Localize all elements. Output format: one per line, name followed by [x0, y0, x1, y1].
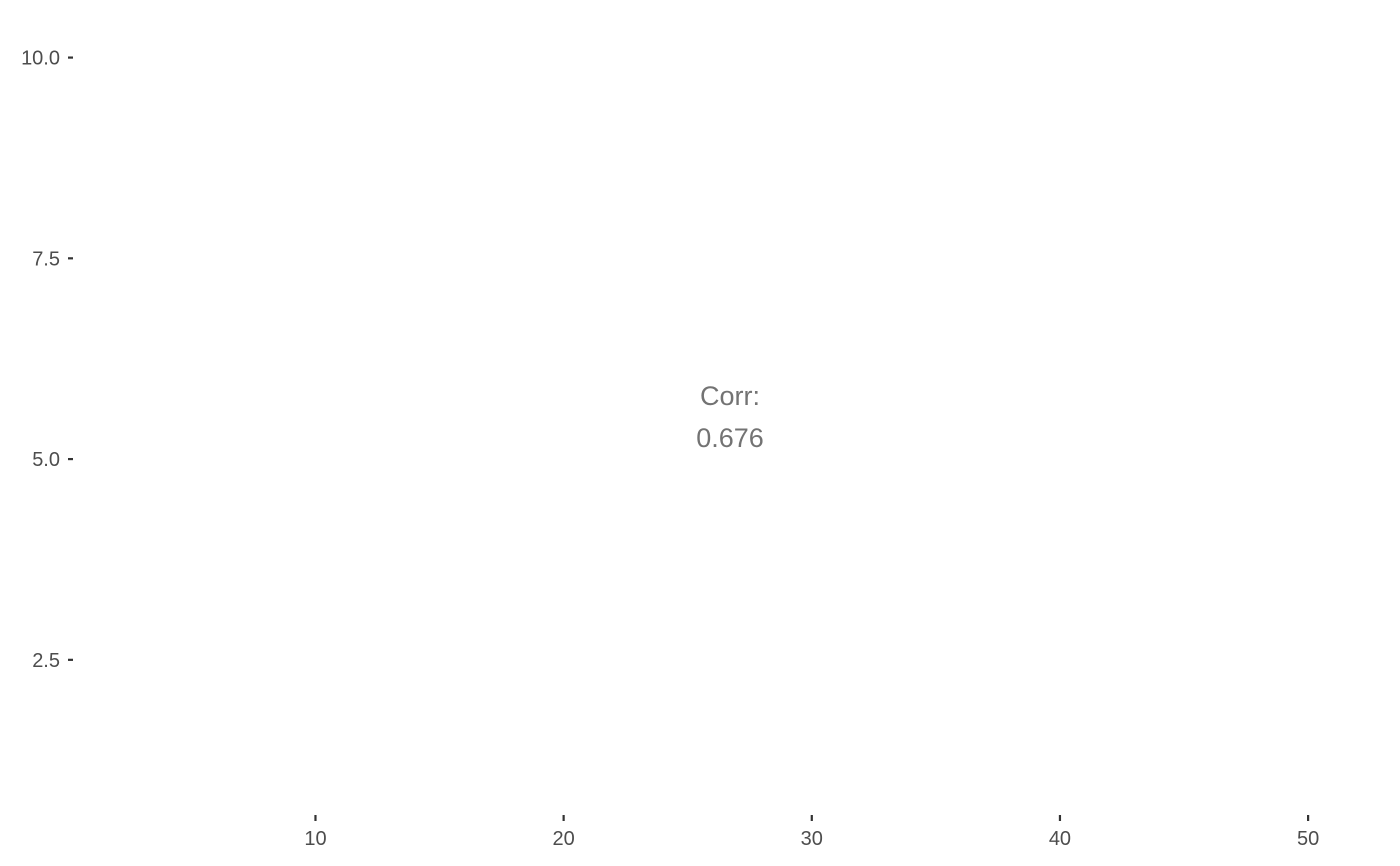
- chart-root: 2.5 5.0 7.5 10.0 10 20 30 40 50 Corr: 0.676: [0, 0, 1400, 866]
- y-tick-label: 5.0: [32, 449, 60, 471]
- x-tick-label: 30: [801, 828, 823, 850]
- y-tick-label: 10.0: [21, 48, 60, 70]
- x-axis: 10 20 30 40 50: [304, 815, 1319, 850]
- correlation-panel: 2.5 5.0 7.5 10.0 10 20 30 40 50 Corr: 0.676: [21, 48, 1319, 850]
- correlation-label: Corr:: [700, 381, 760, 411]
- y-tick-label: 2.5: [32, 650, 60, 672]
- x-tick-label: 40: [1049, 828, 1071, 850]
- y-axis: 2.5 5.0 7.5 10.0: [21, 48, 73, 672]
- x-tick-label: 10: [304, 828, 326, 850]
- correlation-value: 0.676: [696, 423, 764, 453]
- x-tick-label: 50: [1297, 828, 1319, 850]
- x-tick-label: 20: [553, 828, 575, 850]
- correlation-annotation: Corr: 0.676: [696, 381, 764, 453]
- y-tick-label: 7.5: [32, 248, 60, 270]
